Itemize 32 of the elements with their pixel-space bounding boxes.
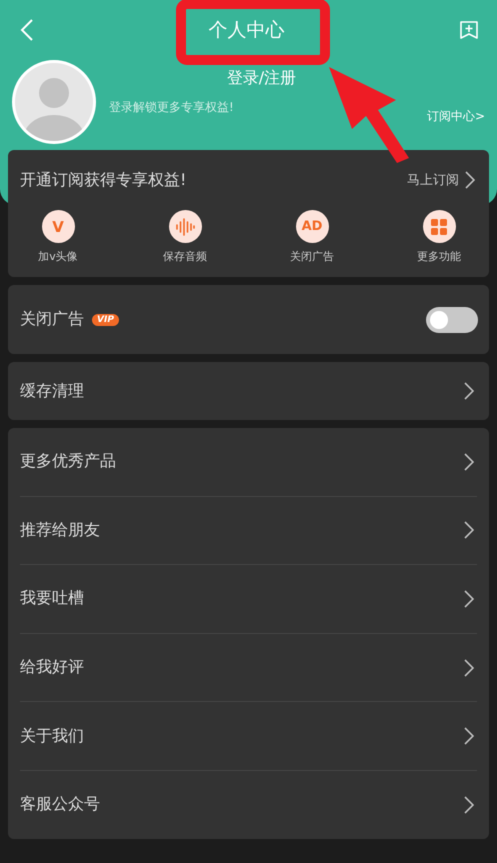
setting-label: 关闭广告 bbox=[20, 309, 84, 330]
sound-wave-icon bbox=[175, 216, 195, 236]
feature-button[interactable]: V 加v头像 bbox=[22, 210, 94, 264]
menu-item[interactable]: 给我好评 bbox=[8, 634, 489, 702]
toggle-switch[interactable] bbox=[426, 306, 478, 332]
chevron-icon bbox=[464, 727, 474, 746]
menu-item[interactable]: 我要吐槽 bbox=[8, 565, 489, 633]
vip-badge: VIP bbox=[92, 314, 119, 326]
chevron-icon bbox=[465, 171, 475, 189]
chevron-icon bbox=[464, 521, 474, 540]
menu-item[interactable]: 更多优秀产品 bbox=[8, 428, 489, 496]
menu-item[interactable]: 关于我们 bbox=[8, 702, 489, 770]
add-bookmark-icon[interactable] bbox=[459, 20, 479, 40]
menu-item[interactable]: 缓存清理 bbox=[8, 362, 489, 420]
menu-item[interactable]: 客服公众号 bbox=[8, 770, 489, 839]
subscription-title: 开通订阅获得专享权益! bbox=[20, 170, 186, 190]
login-hint: 登录解锁更多专享权益! bbox=[109, 99, 235, 116]
menu-item[interactable]: 推荐给朋友 bbox=[8, 496, 489, 564]
back-icon[interactable] bbox=[20, 18, 34, 42]
chevron-icon bbox=[464, 382, 474, 400]
subscribe-now-link[interactable]: 马上订阅 bbox=[407, 171, 475, 189]
chevron-icon bbox=[464, 796, 474, 814]
chevron-icon bbox=[464, 590, 474, 608]
page-title: 个人中心 bbox=[208, 18, 284, 43]
letter-icon: V bbox=[42, 210, 74, 243]
chevron-icon bbox=[464, 658, 474, 677]
feature-button[interactable]: 更多功能 bbox=[403, 210, 475, 264]
feature-button[interactable]: 保存音频 bbox=[149, 210, 221, 264]
chevron-icon bbox=[464, 452, 474, 471]
feature-button[interactable]: AD 关闭广告 bbox=[276, 210, 348, 264]
letter-icon: AD bbox=[296, 210, 328, 243]
grid-icon bbox=[431, 218, 447, 234]
